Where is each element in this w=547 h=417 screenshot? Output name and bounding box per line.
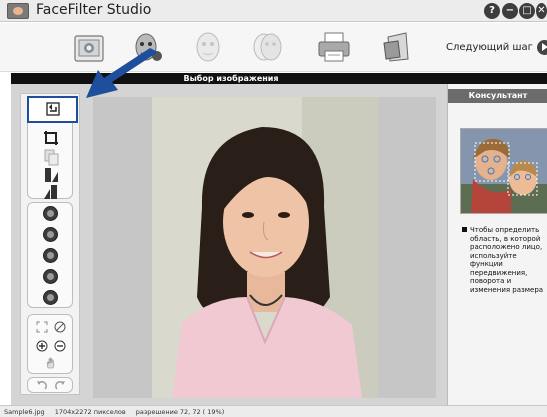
title-bar: FaceFilter Studio ? − □ ✕	[0, 0, 547, 22]
undo-button[interactable]	[36, 379, 48, 391]
adjust-color-icon[interactable]	[43, 248, 58, 263]
face-filter-studio-window: FaceFilter Studio ? − □ ✕ Следующий шаг …	[0, 0, 547, 417]
minimize-button[interactable]: −	[502, 3, 518, 19]
no-zoom-button[interactable]	[54, 321, 66, 333]
loaded-photo[interactable]	[152, 97, 378, 398]
flip-horizontal-icon	[45, 168, 58, 182]
consultant-panel: Консультант Чтобы определить область, в …	[447, 84, 547, 405]
zoom-out-button[interactable]	[54, 340, 66, 352]
pointer-arrow-icon	[82, 48, 162, 104]
next-step-button[interactable]: Следующий шаг	[446, 37, 547, 57]
face-effects-icon	[253, 33, 282, 61]
redo-icon	[55, 381, 65, 390]
flip-horizontal-button[interactable]	[42, 166, 60, 184]
undo-icon	[37, 381, 47, 390]
step-print-button[interactable]	[314, 27, 354, 67]
fit-to-window-icon	[36, 321, 48, 333]
bullet-icon	[462, 227, 467, 232]
maximize-button[interactable]: □	[519, 3, 535, 19]
consultant-help-text: Чтобы определить область, в которой расп…	[470, 226, 544, 294]
tools-panel	[20, 93, 80, 395]
rotate-left-icon	[46, 102, 60, 116]
printer-icon	[318, 32, 350, 62]
flip-vertical-icon	[44, 185, 57, 199]
close-button[interactable]: ✕	[536, 3, 547, 19]
adjust-contrast-icon[interactable]	[43, 227, 58, 242]
fit-to-window-button[interactable]	[36, 321, 48, 333]
adjust-saturation-icon[interactable]	[43, 269, 58, 284]
crop-icon	[44, 131, 58, 145]
section-title: Выбор изображения	[183, 74, 279, 83]
consultant-title: Консультант	[448, 89, 547, 103]
reset-icon[interactable]	[43, 290, 58, 305]
status-dimensions: 1704x2272 пикселов	[54, 408, 126, 416]
zoom-in-button[interactable]	[36, 340, 48, 352]
tool-group-adjust	[27, 202, 73, 308]
portrait-image	[152, 97, 378, 398]
status-text: Sample6.jpg 1704x2272 пикселов разрешени…	[4, 407, 232, 417]
status-resolution: разрешение 72, 72 ( 19%)	[135, 408, 225, 416]
redo-button[interactable]	[54, 379, 66, 391]
rotate-left-button[interactable]	[44, 100, 62, 118]
step-face-effects-button	[247, 27, 287, 67]
tool-group-history	[27, 377, 73, 393]
copy-button	[42, 148, 60, 166]
selected-tool-highlight	[27, 96, 78, 123]
copy-icon	[44, 149, 59, 166]
hand-pan-button[interactable]	[45, 357, 57, 369]
help-button[interactable]: ?	[484, 3, 500, 19]
tool-group-zoom	[27, 314, 73, 374]
crop-button[interactable]	[42, 129, 60, 147]
no-zoom-icon	[54, 321, 66, 333]
flip-vertical-button[interactable]	[42, 183, 60, 201]
arrow-right-icon	[536, 39, 547, 55]
app-logo-icon	[7, 3, 29, 19]
status-bar: Sample6.jpg 1704x2272 пикселов разрешени…	[0, 405, 547, 417]
status-filename: Sample6.jpg	[4, 408, 45, 416]
zoom-out-icon	[54, 340, 66, 352]
consultant-example-image	[460, 128, 547, 214]
step-face-edit-button	[188, 27, 228, 67]
adjust-brightness-icon[interactable]	[43, 206, 58, 221]
next-step-label: Следующий шаг	[446, 41, 533, 53]
face-edit-icon	[196, 32, 220, 62]
hand-pan-icon	[46, 357, 55, 369]
step-export-button[interactable]	[378, 27, 418, 67]
zoom-in-icon	[36, 340, 48, 352]
export-icon	[383, 32, 409, 62]
app-title: FaceFilter Studio	[36, 2, 152, 18]
